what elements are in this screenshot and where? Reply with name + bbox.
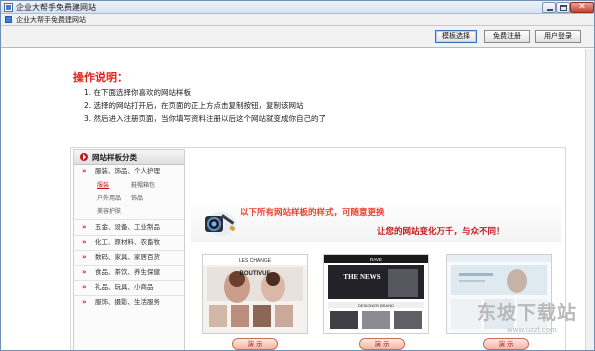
vertical-scrollbar[interactable] (585, 49, 594, 350)
category-item-hardware[interactable]: 五金、设备、工业制品 (95, 223, 160, 232)
instruction-step-3: 3. 然后进入注册页面，当你填写资料注册以后这个网站就变成你自己的了 (84, 114, 327, 123)
category-divider (74, 265, 184, 266)
instructions-title: 操作说明： (73, 71, 128, 84)
minimize-button[interactable] (542, 2, 556, 13)
template-2-brand: RAVE (370, 257, 382, 262)
template-1-heading: BOUTIVUE (239, 271, 270, 277)
template-banner (191, 200, 561, 242)
watermark-text: 东坡下载站 (477, 302, 578, 324)
minimize-icon (547, 9, 553, 11)
banner-headline: 以下所有网站样板的样式，可随意更换 (240, 208, 385, 218)
toolbar: 模板选择 免费注册 用户登录 (1, 26, 594, 48)
maximize-button[interactable] (556, 2, 570, 13)
template-thumbnail-1[interactable]: LES CHANGE BOUTIVUE (202, 254, 308, 334)
play-circle-icon (80, 153, 88, 161)
template-2-subheading: DESIGNER BRAND (358, 303, 394, 308)
category-divider (74, 250, 184, 251)
camera-brush-icon (205, 212, 236, 236)
user-login-button[interactable]: 用户登录 (535, 30, 581, 43)
banner-subline: 让您的网站变化万千，与众不同！ (377, 227, 505, 237)
subcategory-clothing[interactable]: 服装 (97, 181, 109, 190)
category-header: 网站样板分类 (74, 150, 184, 165)
instruction-step-2: 2. 选择的网站打开后，在页面的正上方点击复制按钮，复制该网站 (84, 101, 304, 110)
page-label: 企业大帮手免费建网站 (16, 16, 86, 24)
free-register-button[interactable]: 免费注册 (484, 30, 530, 43)
close-button[interactable]: ✕ (570, 2, 594, 13)
address-bar: 企业大帮手免费建网站 (1, 14, 594, 26)
demo-button-3[interactable]: 演 示 (483, 338, 529, 350)
demo-button-1[interactable]: 演 示 (232, 338, 278, 350)
category-arrow-icon: » (82, 298, 87, 306)
subcategory-outdoor[interactable]: 户外用品 (97, 194, 121, 203)
template-2-heading: THE NEWS (343, 273, 380, 281)
category-arrow-icon: » (82, 167, 87, 175)
title-bar: 企业大帮手免费建网站 ✕ (1, 1, 594, 14)
category-item-apparel[interactable]: 服装、饰品、个人护理 (95, 167, 160, 176)
subcategory-skincare[interactable]: 美容护肤 (97, 207, 121, 216)
template-select-button[interactable]: 模板选择 (435, 30, 477, 43)
app-icon (4, 3, 13, 12)
page-icon (5, 16, 12, 23)
category-divider (74, 219, 184, 220)
category-header-label: 网站样板分类 (92, 153, 137, 162)
category-arrow-icon: » (82, 268, 87, 276)
category-item-services[interactable]: 服饰、摄影、生活服务 (95, 298, 160, 307)
subcategory-shoes-bags[interactable]: 鞋帽箱包 (131, 181, 155, 190)
category-arrow-icon: » (82, 223, 87, 231)
category-item-food[interactable]: 食品、茶饮、养生保健 (95, 268, 160, 277)
maximize-icon (560, 5, 567, 11)
instruction-step-1: 1. 在下面选择你喜欢的网站样板 (84, 88, 192, 97)
category-arrow-icon: » (82, 238, 87, 246)
demo-button-2[interactable]: 演 示 (359, 338, 405, 350)
app-window: 企业大帮手免费建网站 ✕ 企业大帮手免费建网站 模板选择 免费注册 用户登录 操… (0, 0, 595, 351)
category-divider (74, 235, 184, 236)
template-preview-image: RAVE THE NEWS DESIGNER BRAND (324, 255, 428, 333)
template-preview-image: LES CHANGE BOUTIVUE (203, 255, 307, 333)
category-divider (74, 295, 184, 296)
subcategory-accessories[interactable]: 饰品 (131, 194, 143, 203)
category-item-gifts[interactable]: 礼品、玩具、小商品 (95, 283, 154, 292)
watermark-url: www.uzzf.com (507, 326, 557, 334)
category-item-chemicals[interactable]: 化工、原材料、农畜牧 (95, 238, 160, 247)
category-item-digital[interactable]: 数码、家具、家居百货 (95, 253, 160, 262)
category-arrow-icon: » (82, 253, 87, 261)
category-sidebar: 网站样板分类 » 服装、饰品、个人护理 服装 鞋帽箱包 户外用品 饰品 美容护肤… (73, 149, 185, 350)
close-icon: ✕ (578, 2, 586, 12)
window-title: 企业大帮手免费建网站 (16, 3, 96, 12)
category-arrow-icon: » (82, 283, 87, 291)
template-thumbnail-2[interactable]: RAVE THE NEWS DESIGNER BRAND (323, 254, 429, 334)
category-divider (74, 280, 184, 281)
template-1-brand: LES CHANGE (239, 258, 272, 264)
